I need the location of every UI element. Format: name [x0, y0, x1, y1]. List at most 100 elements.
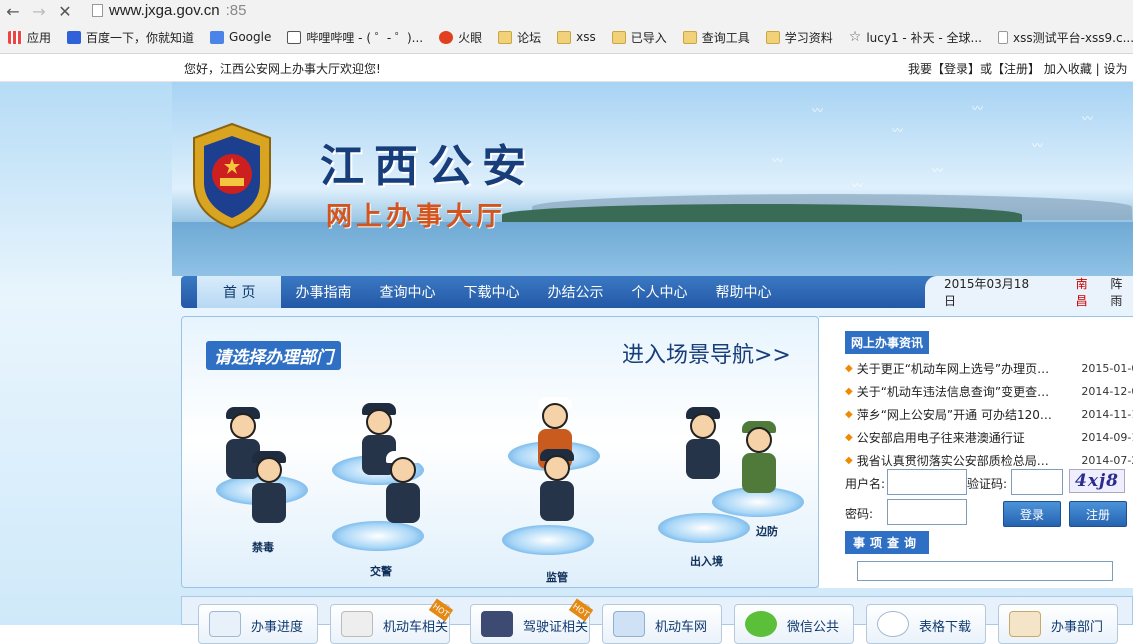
- news-heading: 网上办事资讯: [845, 331, 930, 354]
- folder-icon: [557, 30, 572, 44]
- dept-border-defense[interactable]: 边防: [756, 523, 778, 539]
- bookmark-bilibili[interactable]: 哔哩哔哩 - ( ゜- ゜)...: [279, 26, 431, 48]
- url-port: :85: [225, 1, 247, 19]
- entry-exit-officer-icon[interactable]: [682, 407, 724, 483]
- department-panel: 请选择办理部门 进入场景导航>> 禁毒 交警 监管 出入境 边防: [181, 316, 819, 588]
- site-subtitle: 网上办事大厅: [326, 202, 507, 232]
- news-list: ◆ 关于更正“机动车网上选号”办理页… 2015-01-0 ◆ 关于“机动车违法信息查…: [845, 357, 1133, 472]
- welcome-text: 您好，江西公安网上办事大厅欢迎您!: [184, 62, 381, 76]
- car-icon: [341, 611, 373, 637]
- bookmark-fire-eye[interactable]: 火眼: [431, 26, 490, 48]
- star-icon: ☆: [848, 29, 862, 45]
- department-disc: [658, 513, 750, 543]
- tile-wechat[interactable]: 微信公共: [734, 604, 854, 644]
- dept-entry-exit[interactable]: 出入境: [690, 553, 723, 569]
- news-item[interactable]: ◆ 关于“机动车违法信息查询”变更查… 2014-12-0: [845, 380, 1133, 403]
- weather-text: 阵雨: [1110, 277, 1123, 308]
- bird-icon: 〰: [972, 102, 983, 115]
- stop-x-icon[interactable]: ✕: [52, 1, 78, 21]
- captcha-image[interactable]: 4xj8: [1069, 469, 1125, 493]
- news-item[interactable]: ◆ 关于更正“机动车网上选号”办理页… 2015-01-0: [845, 357, 1133, 380]
- news-item[interactable]: ◆ 萍乡“网上公安局”开通 可办结120… 2014-11-1: [845, 403, 1133, 426]
- bullet-diamond-icon: ◆: [845, 363, 853, 374]
- bookmark-google[interactable]: Google: [202, 26, 279, 48]
- username-label: 用户名:: [845, 477, 886, 491]
- captcha-label: 验证码:: [967, 477, 1008, 491]
- dept-anti-drug[interactable]: 禁毒: [252, 539, 274, 555]
- url-host: www.jxga.gov.cn: [109, 1, 220, 19]
- bookmark-query-tools[interactable]: 查询工具: [675, 26, 758, 48]
- page-icon: [92, 3, 103, 17]
- dept-traffic-police[interactable]: 交警: [370, 563, 392, 579]
- side-panel: 网上办事资讯 ◆ 关于更正“机动车网上选号”办理页… 2015-01-0 ◆ 关于“机…: [819, 316, 1133, 588]
- menu-completed-notice[interactable]: 办结公示: [533, 276, 617, 308]
- fire-eye-icon: [439, 30, 454, 44]
- username-field[interactable]: [887, 469, 967, 495]
- tile-vehicle[interactable]: 机动车相关 HOT: [330, 598, 454, 644]
- browser-chrome: ← → ✕ www.jxga.gov.cn :85 应用 百度一下，你就知道 Go…: [0, 0, 1133, 54]
- bird-icon: 〰: [812, 104, 823, 117]
- menu-personal-center[interactable]: 个人中心: [617, 276, 701, 308]
- map-pin-icon: [1009, 611, 1041, 637]
- address-bar[interactable]: www.jxga.gov.cn :85: [92, 0, 246, 20]
- bookmark-xss[interactable]: xss: [549, 26, 604, 48]
- bookmarks-bar: 应用 百度一下，你就知道 Google 哔哩哔哩 - ( ゜- ゜)... 火眼…: [0, 25, 1133, 49]
- register-button[interactable]: 注册: [1069, 501, 1127, 527]
- bookmark-forum[interactable]: 论坛: [490, 26, 549, 48]
- bookmark-study[interactable]: 学习资料: [758, 26, 841, 48]
- current-date: 2015年03月18日: [944, 277, 1030, 308]
- password-field[interactable]: [887, 499, 967, 525]
- folder-icon: [611, 30, 626, 44]
- scene-navigation-link[interactable]: 进入场景导航>>: [622, 337, 791, 369]
- login-button[interactable]: 登录: [1003, 501, 1061, 527]
- license-card-icon: [481, 611, 513, 637]
- weather-city: 南昌: [1075, 277, 1088, 308]
- lake-water: [172, 222, 1133, 276]
- menu-download-center[interactable]: 下载中心: [449, 276, 533, 308]
- search-magnifier-icon: [877, 611, 909, 637]
- bookmark-lucy1[interactable]: ☆ lucy1 - 补天 - 全球...: [841, 26, 990, 48]
- dept-supervision[interactable]: 监管: [546, 569, 568, 585]
- welcome-bar: 您好，江西公安网上办事大厅欢迎您! 我要【登录】或【注册】 加入收藏 | 设为: [0, 54, 1133, 82]
- password-label: 密码:: [845, 507, 874, 521]
- top-links[interactable]: 我要【登录】或【注册】 加入收藏 | 设为: [908, 60, 1128, 77]
- forward-arrow-icon[interactable]: →: [26, 1, 52, 21]
- google-g-icon: [210, 30, 225, 44]
- border-guard-icon[interactable]: [738, 421, 780, 497]
- captcha-field[interactable]: [1011, 469, 1063, 495]
- bird-icon: 〰: [932, 164, 943, 177]
- menu-help-center[interactable]: 帮助中心: [701, 276, 785, 308]
- bilibili-tv-icon: [287, 30, 302, 44]
- bird-icon: 〰: [852, 179, 863, 192]
- traffic-police-icon[interactable]: [382, 451, 424, 527]
- menu-home[interactable]: 首 页: [197, 276, 282, 308]
- bookmark-xss-platform[interactable]: xss测试平台-xss9.c...: [990, 26, 1133, 48]
- baidu-paw-icon: [67, 30, 82, 44]
- bullet-diamond-icon: ◆: [845, 432, 853, 443]
- site-title: 江西公安: [320, 141, 536, 192]
- menu-query-center[interactable]: 查询中心: [365, 276, 449, 308]
- bookmark-baidu[interactable]: 百度一下，你就知道: [59, 26, 202, 48]
- menu-guide[interactable]: 办事指南: [281, 276, 365, 308]
- main-menu: 首 页 办事指南 查询中心 下载中心 办结公示 个人中心 帮助中心 2015年0…: [181, 276, 1133, 308]
- date-weather: 2015年03月18日 南昌 阵雨: [925, 276, 1133, 308]
- bookmark-imported[interactable]: 已导入: [604, 26, 675, 48]
- police-dog-handler-icon[interactable]: [248, 451, 290, 527]
- bullet-diamond-icon: ◆: [845, 409, 853, 420]
- folder-icon: [765, 30, 780, 44]
- news-item[interactable]: ◆ 公安部启用电子往来港澳通行证 2014-09-1: [845, 426, 1133, 449]
- bookmark-apps[interactable]: 应用: [0, 26, 59, 48]
- progress-icon: [209, 611, 241, 637]
- tile-license[interactable]: 驾驶证相关 HOT: [470, 598, 594, 644]
- tile-progress[interactable]: 办事进度: [198, 604, 318, 644]
- tile-form-download[interactable]: 表格下载: [866, 604, 986, 644]
- back-arrow-icon[interactable]: ←: [0, 1, 26, 21]
- prison-guard-icon[interactable]: [536, 449, 578, 525]
- department-disc: [502, 525, 594, 555]
- page-icon: [997, 30, 1008, 44]
- tile-vehicle-net[interactable]: 机动车网: [602, 604, 722, 644]
- tile-departments[interactable]: 办事部门: [998, 604, 1118, 644]
- bullet-diamond-icon: ◆: [845, 455, 853, 466]
- bird-icon: 〰: [1032, 139, 1043, 152]
- query-input[interactable]: [857, 561, 1113, 581]
